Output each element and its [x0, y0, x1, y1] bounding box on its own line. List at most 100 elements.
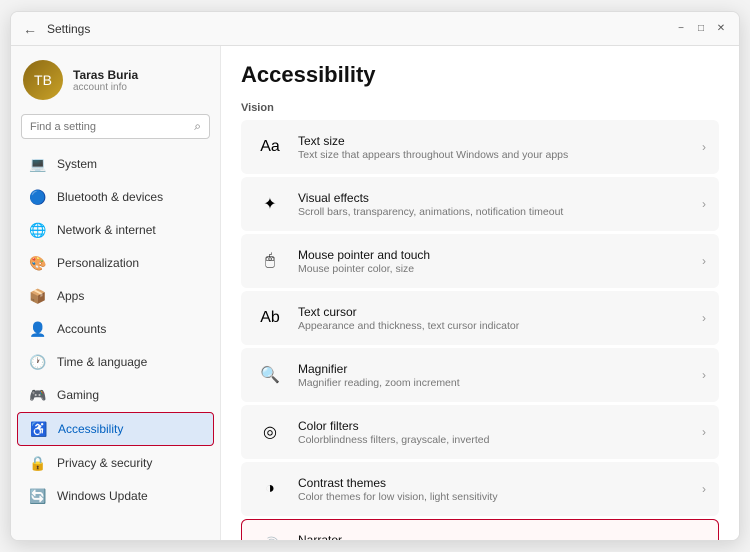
sidebar-item-label: Time & language — [57, 355, 147, 369]
setting-desc-mouse-pointer: Mouse pointer color, size — [298, 263, 694, 275]
back-button[interactable]: ← — [23, 21, 37, 37]
mouse-pointer-icon: 🖱 — [254, 245, 286, 277]
contrast-themes-icon: ◑ — [254, 473, 286, 505]
sidebar-item-label: Gaming — [57, 388, 99, 402]
user-info: Taras Buria account info — [73, 68, 138, 93]
setting-desc-contrast-themes: Color themes for low vision, light sensi… — [298, 491, 694, 503]
main-layout: TB Taras Buria account info ⌕ 💻 System 🔵… — [11, 46, 739, 540]
setting-item-mouse-pointer[interactable]: 🖱 Mouse pointer and touch Mouse pointer … — [241, 234, 719, 288]
chevron-icon-text-size: › — [702, 140, 706, 154]
setting-desc-text-size: Text size that appears throughout Window… — [298, 149, 694, 161]
setting-text-text-cursor: Text cursor Appearance and thickness, te… — [298, 305, 694, 332]
sidebar-item-label: System — [57, 157, 97, 171]
search-box[interactable]: ⌕ — [21, 114, 210, 139]
chevron-icon-mouse-pointer: › — [702, 254, 706, 268]
privacy-icon: 🔒 — [29, 454, 47, 472]
setting-item-text-size[interactable]: Aa Text size Text size that appears thro… — [241, 120, 719, 174]
setting-item-contrast-themes[interactable]: ◑ Contrast themes Color themes for low v… — [241, 462, 719, 516]
time-icon: 🕐 — [29, 353, 47, 371]
setting-item-text-cursor[interactable]: Ab Text cursor Appearance and thickness,… — [241, 291, 719, 345]
sidebar-item-bluetooth[interactable]: 🔵 Bluetooth & devices — [17, 181, 214, 213]
titlebar: ← Settings − □ ✕ — [11, 12, 739, 46]
text-size-icon: Aa — [254, 131, 286, 163]
setting-name-narrator: Narrator — [298, 533, 694, 541]
sidebar-item-gaming[interactable]: 🎮 Gaming — [17, 379, 214, 411]
maximize-button[interactable]: □ — [695, 23, 707, 35]
text-cursor-icon: Ab — [254, 302, 286, 334]
chevron-icon-text-cursor: › — [702, 311, 706, 325]
setting-text-contrast-themes: Contrast themes Color themes for low vis… — [298, 476, 694, 503]
setting-item-magnifier[interactable]: 🔍 Magnifier Magnifier reading, zoom incr… — [241, 348, 719, 402]
sidebar-item-time[interactable]: 🕐 Time & language — [17, 346, 214, 378]
sidebar-item-windowsupdate[interactable]: 🔄 Windows Update — [17, 480, 214, 512]
bluetooth-icon: 🔵 — [29, 188, 47, 206]
narrator-icon: 🔊 — [254, 530, 286, 540]
avatar: TB — [23, 60, 63, 100]
window-title: Settings — [47, 22, 90, 36]
accounts-icon: 👤 — [29, 320, 47, 338]
setting-text-mouse-pointer: Mouse pointer and touch Mouse pointer co… — [298, 248, 694, 275]
setting-name-mouse-pointer: Mouse pointer and touch — [298, 248, 694, 262]
setting-text-narrator: Narrator Voice, verbosity, keyboard, bra… — [298, 533, 694, 541]
visual-effects-icon: ✦ — [254, 188, 286, 220]
content-area: Accessibility Vision Aa Text size Text s… — [221, 46, 739, 540]
sidebar: TB Taras Buria account info ⌕ 💻 System 🔵… — [11, 46, 221, 540]
sidebar-item-label: Accounts — [57, 322, 106, 336]
network-icon: 🌐 — [29, 221, 47, 239]
setting-text-magnifier: Magnifier Magnifier reading, zoom increm… — [298, 362, 694, 389]
apps-icon: 📦 — [29, 287, 47, 305]
magnifier-icon: 🔍 — [254, 359, 286, 391]
minimize-button[interactable]: − — [675, 23, 687, 35]
chevron-icon-magnifier: › — [702, 368, 706, 382]
setting-item-color-filters[interactable]: ◎ Color filters Colorblindness filters, … — [241, 405, 719, 459]
setting-name-text-size: Text size — [298, 134, 694, 148]
system-icon: 💻 — [29, 155, 47, 173]
personalization-icon: 🎨 — [29, 254, 47, 272]
user-name: Taras Buria — [73, 68, 138, 82]
sidebar-nav: 💻 System 🔵 Bluetooth & devices 🌐 Network… — [11, 147, 220, 513]
page-title: Accessibility — [241, 62, 719, 88]
setting-name-contrast-themes: Contrast themes — [298, 476, 694, 490]
sidebar-item-personalization[interactable]: 🎨 Personalization — [17, 247, 214, 279]
user-profile: TB Taras Buria account info — [11, 46, 220, 110]
setting-text-visual-effects: Visual effects Scroll bars, transparency… — [298, 191, 694, 218]
sidebar-item-label: Accessibility — [58, 422, 123, 436]
settings-window: ← Settings − □ ✕ TB Taras Buria account … — [10, 11, 740, 541]
setting-name-visual-effects: Visual effects — [298, 191, 694, 205]
color-filters-icon: ◎ — [254, 416, 286, 448]
sidebar-item-accounts[interactable]: 👤 Accounts — [17, 313, 214, 345]
search-input[interactable] — [30, 121, 188, 133]
section-label-vision: Vision — [241, 102, 719, 114]
chevron-icon-color-filters: › — [702, 425, 706, 439]
setting-desc-visual-effects: Scroll bars, transparency, animations, n… — [298, 206, 694, 218]
sidebar-item-label: Windows Update — [57, 489, 148, 503]
setting-text-text-size: Text size Text size that appears through… — [298, 134, 694, 161]
setting-text-color-filters: Color filters Colorblindness filters, gr… — [298, 419, 694, 446]
sections-container: Vision Aa Text size Text size that appea… — [241, 102, 719, 540]
setting-name-text-cursor: Text cursor — [298, 305, 694, 319]
setting-name-magnifier: Magnifier — [298, 362, 694, 376]
sidebar-item-label: Privacy & security — [57, 456, 152, 470]
setting-desc-text-cursor: Appearance and thickness, text cursor in… — [298, 320, 694, 332]
setting-item-visual-effects[interactable]: ✦ Visual effects Scroll bars, transparen… — [241, 177, 719, 231]
sidebar-item-label: Bluetooth & devices — [57, 190, 163, 204]
chevron-icon-visual-effects: › — [702, 197, 706, 211]
user-email: account info — [73, 82, 138, 93]
setting-name-color-filters: Color filters — [298, 419, 694, 433]
setting-item-narrator[interactable]: 🔊 Narrator Voice, verbosity, keyboard, b… — [241, 519, 719, 540]
window-controls: − □ ✕ — [675, 23, 727, 35]
windowsupdate-icon: 🔄 — [29, 487, 47, 505]
sidebar-item-accessibility[interactable]: ♿ Accessibility — [17, 412, 214, 446]
search-icon: ⌕ — [194, 119, 201, 134]
sidebar-item-label: Network & internet — [57, 223, 156, 237]
sidebar-item-privacy[interactable]: 🔒 Privacy & security — [17, 447, 214, 479]
sidebar-item-system[interactable]: 💻 System — [17, 148, 214, 180]
sidebar-item-apps[interactable]: 📦 Apps — [17, 280, 214, 312]
sidebar-item-network[interactable]: 🌐 Network & internet — [17, 214, 214, 246]
setting-desc-color-filters: Colorblindness filters, grayscale, inver… — [298, 434, 694, 446]
close-button[interactable]: ✕ — [715, 23, 727, 35]
chevron-icon-contrast-themes: › — [702, 482, 706, 496]
setting-desc-magnifier: Magnifier reading, zoom increment — [298, 377, 694, 389]
accessibility-icon: ♿ — [30, 420, 48, 438]
gaming-icon: 🎮 — [29, 386, 47, 404]
